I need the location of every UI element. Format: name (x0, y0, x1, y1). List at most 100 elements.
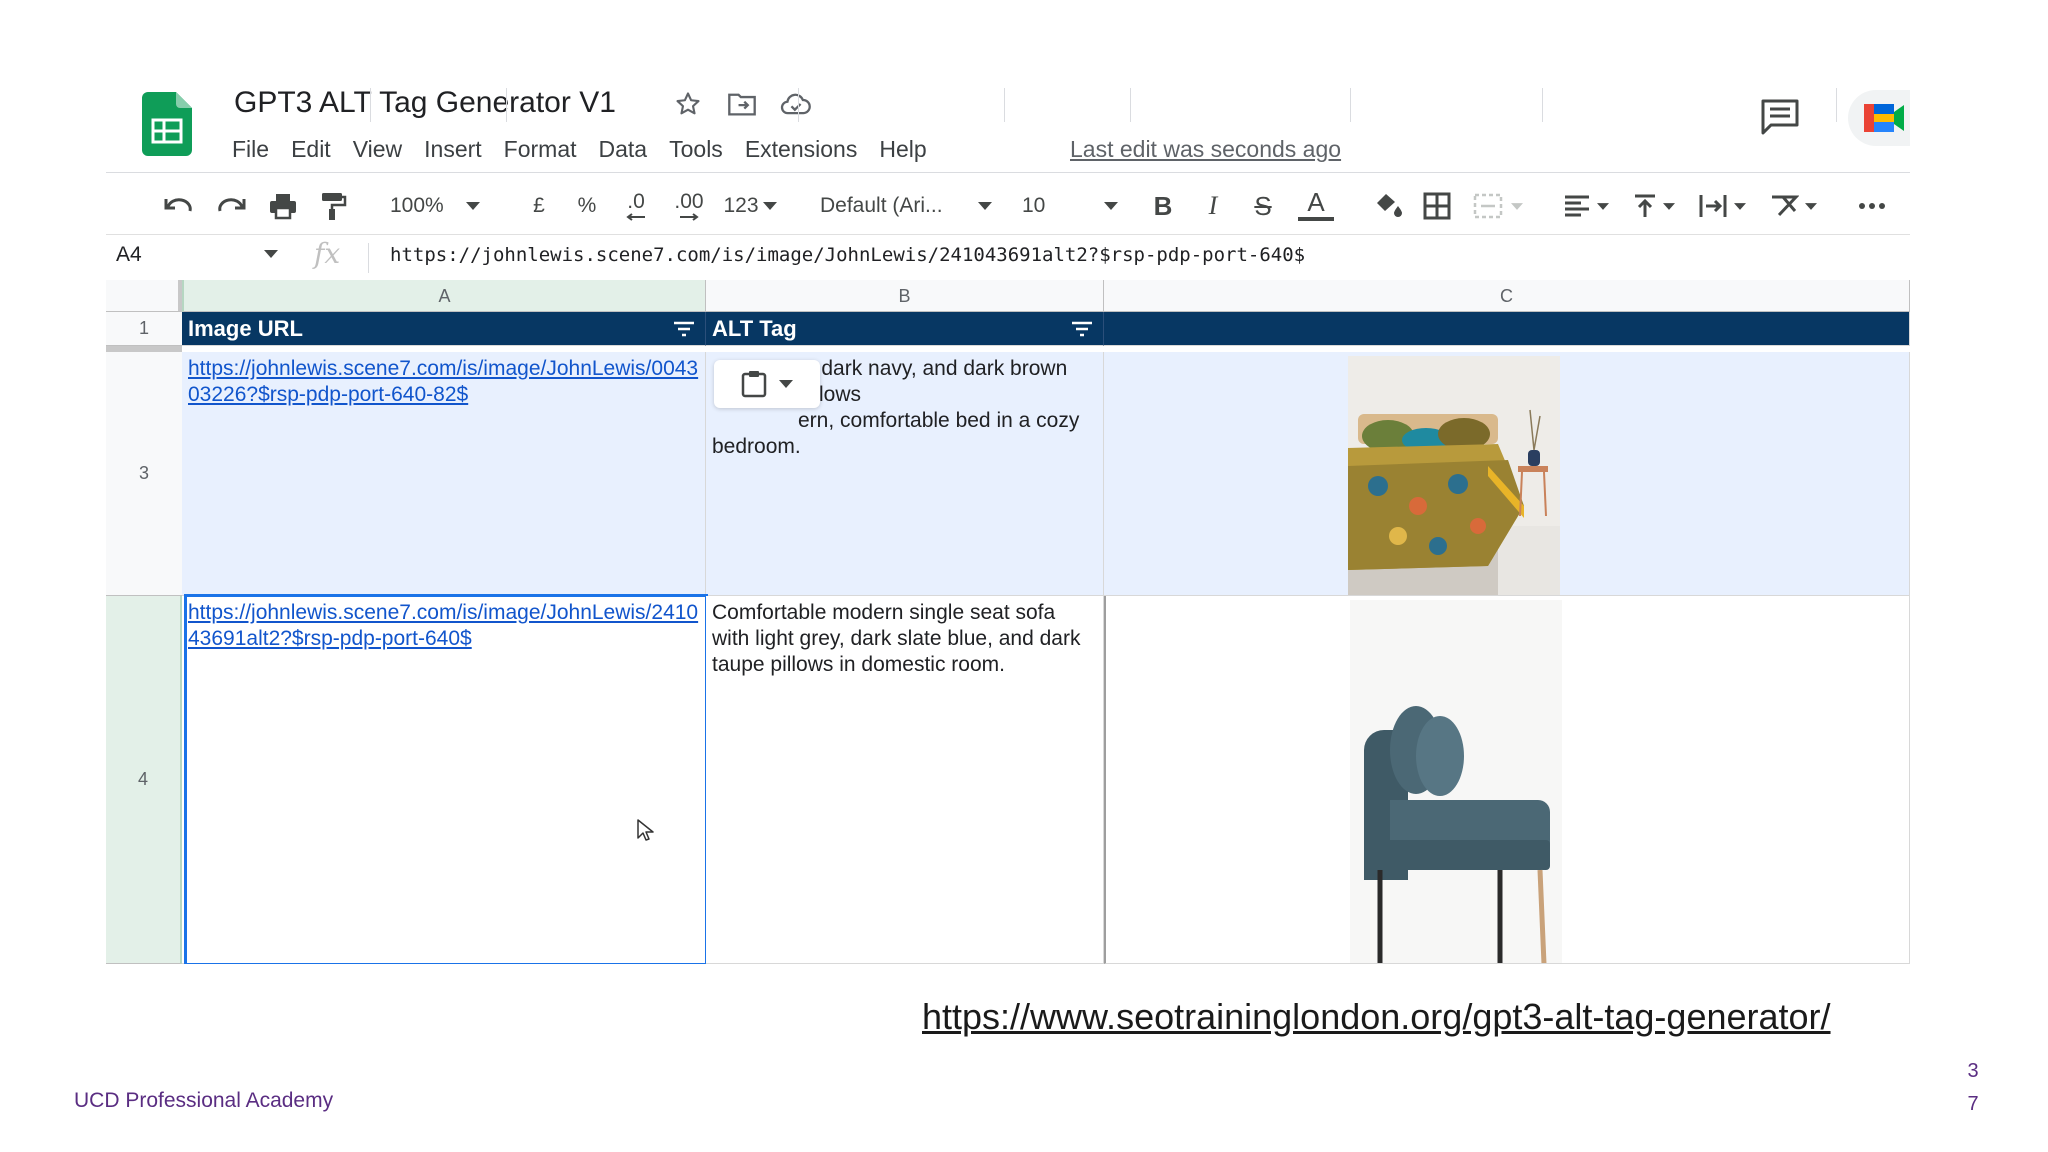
last-edit-link[interactable]: Last edit was seconds ago (1070, 132, 1341, 166)
meet-icon[interactable] (1848, 90, 1910, 146)
column-header-a[interactable]: A (182, 280, 706, 312)
formula-input[interactable]: https://johnlewis.scene7.com/is/image/Jo… (390, 244, 1305, 266)
select-all-corner[interactable] (106, 280, 182, 312)
font-family-select[interactable]: Default (Ari... (820, 186, 992, 226)
slide-number-digit: 3 (1967, 1060, 1979, 1082)
menu-bar: File Edit View Insert Format Data Tools … (232, 132, 938, 166)
chevron-down-icon[interactable] (264, 245, 278, 263)
arrow-right-icon (680, 213, 699, 221)
cell-b4[interactable]: Comfortable modern single seat sofa with… (706, 596, 1104, 964)
cell-a3[interactable]: https://johnlewis.scene7.com/is/image/Jo… (182, 352, 706, 596)
redo-icon[interactable] (214, 186, 248, 226)
sheets-window: GPT3 ALT Tag Generator V1 File Edit View… (106, 76, 1910, 964)
arrow-left-icon (626, 213, 645, 221)
divider (1836, 88, 1837, 122)
fx-icon: fx (314, 237, 341, 270)
row-header-3[interactable]: 3 (106, 352, 182, 596)
alt-text-line: bedroom. (712, 435, 801, 458)
header-label: Image URL (188, 316, 303, 341)
percent-button[interactable]: % (572, 186, 602, 226)
cell-c3[interactable] (1104, 352, 1910, 596)
alt-text-line: ern, comfortable bed in a cozy (798, 409, 1080, 432)
menu-format[interactable]: Format (493, 132, 588, 166)
fill-color-icon[interactable] (1372, 186, 1406, 226)
text-rotate-icon[interactable] (1762, 186, 1824, 226)
menu-file[interactable]: File (232, 132, 280, 166)
paste-options-chip[interactable] (714, 360, 820, 408)
formula-bar: A4 fx https://johnlewis.scene7.com/is/im… (106, 234, 1910, 282)
chevron-down-icon (1805, 202, 1817, 210)
zoom-value: 100% (390, 194, 444, 217)
chevron-down-icon (465, 202, 480, 210)
cloud-status-icon[interactable] (780, 88, 812, 120)
chevron-down-icon (762, 202, 777, 210)
name-box[interactable]: A4 (116, 243, 142, 267)
font-family-value: Default (Ari... (820, 194, 943, 217)
align-left-icon[interactable] (1558, 186, 1614, 226)
clipboard-icon (741, 371, 767, 398)
undo-icon[interactable] (162, 186, 196, 226)
document-title[interactable]: GPT3 ALT Tag Generator V1 (234, 86, 616, 120)
menu-view[interactable]: View (342, 132, 413, 166)
divider (1350, 88, 1351, 122)
increase-decimal-label: .00 (674, 190, 704, 213)
font-size-select[interactable]: 10 (1022, 186, 1118, 226)
chevron-down-icon (1104, 202, 1118, 210)
paint-format-icon[interactable] (316, 186, 350, 226)
comment-icon[interactable] (1760, 98, 1800, 138)
header-cell-image-url[interactable]: Image URL (182, 312, 706, 346)
move-folder-icon[interactable] (726, 88, 758, 120)
italic-button[interactable]: I (1196, 186, 1230, 226)
spreadsheet-grid: A B C 1 Image URL ALT Tag 3 https://john… (106, 280, 1910, 964)
filter-icon[interactable] (1071, 321, 1093, 337)
text-wrap-icon[interactable] (1692, 186, 1752, 226)
menu-insert[interactable]: Insert (413, 132, 493, 166)
filter-icon[interactable] (673, 321, 695, 337)
decrease-decimal-label: .0 (627, 190, 645, 213)
valign-top-icon[interactable] (1626, 186, 1682, 226)
increase-decimal-button[interactable]: .00 (666, 186, 712, 226)
text-color-swatch (1298, 217, 1334, 221)
chevron-down-icon (1597, 202, 1609, 210)
strikethrough-button[interactable]: S (1246, 186, 1280, 226)
alt-text: Comfortable modern single seat sofa with… (712, 601, 1081, 676)
url-link[interactable]: https://johnlewis.scene7.com/is/image/Jo… (182, 352, 705, 412)
star-icon[interactable] (672, 88, 704, 120)
slide-number-digit: 7 (1967, 1093, 1979, 1115)
slide-source-link[interactable]: https://www.seotraininglondon.org/gpt3-a… (922, 996, 1831, 1038)
borders-icon[interactable] (1420, 186, 1454, 226)
chevron-down-icon (779, 380, 793, 388)
cell-a4[interactable]: https://johnlewis.scene7.com/is/image/Jo… (182, 596, 706, 964)
header-cell-c[interactable] (1104, 312, 1910, 346)
divider (506, 88, 507, 122)
url-link[interactable]: https://johnlewis.scene7.com/is/image/Jo… (182, 596, 705, 656)
divider (1004, 88, 1005, 122)
menu-help[interactable]: Help (868, 132, 937, 166)
more-icon[interactable] (1852, 186, 1892, 226)
merge-cells-icon[interactable] (1466, 186, 1530, 226)
row-header-4[interactable]: 4 (106, 596, 182, 964)
menu-data[interactable]: Data (588, 132, 659, 166)
divider (106, 172, 1910, 173)
chevron-down-icon (978, 202, 992, 210)
more-formats-select[interactable]: 123 (720, 186, 780, 226)
divider (1130, 88, 1131, 122)
menu-edit[interactable]: Edit (280, 132, 342, 166)
menu-tools[interactable]: Tools (658, 132, 734, 166)
font-size-value: 10 (1022, 194, 1046, 217)
menu-extensions[interactable]: Extensions (734, 132, 869, 166)
chevron-down-icon (1734, 202, 1746, 210)
text-color-button[interactable]: A (1296, 184, 1336, 224)
sheets-logo-icon[interactable] (142, 92, 192, 156)
print-icon[interactable] (266, 186, 300, 226)
bold-button[interactable]: B (1146, 186, 1180, 226)
column-header-b[interactable]: B (706, 280, 1104, 312)
column-header-c[interactable]: C (1104, 280, 1910, 312)
row-header-1[interactable]: 1 (106, 312, 182, 346)
currency-button[interactable]: £ (524, 186, 554, 226)
cell-c4[interactable] (1104, 596, 1910, 964)
header-cell-alt-tag[interactable]: ALT Tag (706, 312, 1104, 346)
decrease-decimal-button[interactable]: .0 (616, 186, 656, 226)
zoom-select[interactable]: 100% (390, 186, 490, 226)
divider (370, 88, 371, 122)
